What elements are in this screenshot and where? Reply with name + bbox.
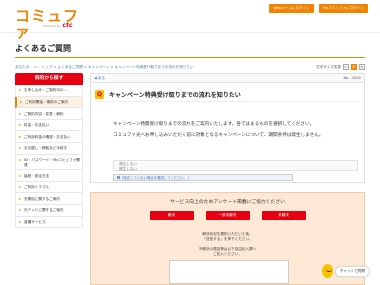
faq-number: No : 2002 xyxy=(343,76,361,80)
main-content: ◀ 戻る No : 2002 Q キャンペーン特典受け取りまでの流れを知りたい … xyxy=(90,73,365,285)
survey-comment-textarea[interactable] xyxy=(169,260,289,284)
answer-link[interactable]: [指定していない場合を確認してください。] xyxy=(113,174,293,181)
sidebar-item[interactable]: ご利用開始・事前のご案内 xyxy=(15,96,83,109)
font-size-label: 文字サイズ変更 xyxy=(315,64,341,69)
sidebar-item[interactable]: 料金・お支払い xyxy=(15,119,83,132)
survey-buttons: 解決 一部未解決 未解決 xyxy=(91,211,364,220)
answer-paragraph: コミュファ光へお申し込みいただく前に対象となるキャンペーンについて、期間条件は発… xyxy=(113,133,324,139)
sidebar-item[interactable]: お引越し・移転など手続き xyxy=(15,142,83,155)
font-size-medium-button[interactable]: 中 xyxy=(351,64,357,70)
sidebar-item[interactable]: ご利用料金の確認・お支払い xyxy=(15,131,83,143)
webmail-login-button[interactable]: Webメールにログイン xyxy=(269,4,314,13)
sidebar-item[interactable]: 光テレビに関するご案内 xyxy=(15,204,83,217)
question-box: Q キャンペーン特典受け取りまでの流れを知りたい キャンペーン特典受け取りまでの… xyxy=(90,83,365,183)
font-size-small-button[interactable]: 小 xyxy=(343,64,349,70)
survey-note: 解決状況を選択いただいた後、 「送信する」を押下ください。 不解決の理由等は以下… xyxy=(91,232,364,257)
answer-conditions-box: 発生しない 発生しない xyxy=(113,160,358,171)
back-bar: ◀ 戻る No : 2002 xyxy=(90,73,365,83)
logo-powered-text: Powered by xyxy=(43,24,61,28)
question-header: Q キャンペーン特典受け取りまでの流れを知りたい xyxy=(95,87,360,102)
page: コミュファ Powered by ctc Webメールにログイン Myコミュファに… xyxy=(0,0,380,285)
answer-paragraph: キャンペーン特典受け取りまでの流れをご案内いたします。各ではまるものを選択してく… xyxy=(113,122,315,127)
sidebar-heading: 目的から探す xyxy=(15,73,83,85)
chat-mascot-icon xyxy=(322,264,333,278)
font-size-switcher: 文字サイズ変更 小 中 大 xyxy=(316,64,365,70)
sidebar-item[interactable]: ID・パスワード・Myコミュファ関連 xyxy=(15,154,83,171)
site-header: コミュファ Powered by ctc Webメールにログイン Myコミュファに… xyxy=(0,0,380,40)
title-divider xyxy=(15,57,365,58)
sidebar-list: お申し込み・ご契約中の... ご利用開始・事前のご案内 ご契約内容・変更・解約 料金・… xyxy=(15,85,83,229)
page-title: よくあるご質問 xyxy=(15,44,71,53)
chat-widget[interactable]: チャットで質問 xyxy=(322,262,370,280)
survey-resolved-button[interactable]: 解決 xyxy=(149,211,194,220)
answer-text: キャンペーン特典受け取りまでの流れをご案内いたします。各ではまるものを選択してく… xyxy=(113,122,358,145)
sidebar-item[interactable]: ご契約内容・変更・解約 xyxy=(15,108,83,120)
question-badge: Q xyxy=(95,89,104,99)
link-icon xyxy=(117,176,120,179)
chat-label: チャットで質問 xyxy=(334,265,370,277)
question-title: キャンペーン特典受け取りまでの流れを知りたい xyxy=(109,91,241,99)
logo-ctc: Powered by ctc xyxy=(43,22,72,29)
condition-line: 発生しない xyxy=(119,166,137,171)
font-size-large-button[interactable]: 大 xyxy=(359,64,365,70)
survey-title: サービス向上のためアンケート掲載にご協力ください xyxy=(170,200,285,205)
back-link[interactable]: ◀ 戻る xyxy=(94,76,105,81)
my-commufa-login-button[interactable]: Myコミュファにログイン xyxy=(318,4,368,13)
breadcrumb[interactable]: あなたの... > ...トップ > よくあるご質問 > キャンペーン > キャ… xyxy=(15,65,194,70)
logo-ctc-text: ctc xyxy=(62,22,73,29)
sidebar: 目的から探す お申し込み・ご契約中の... ご利用開始・事前のご案内 ご契約内容・変… xyxy=(15,73,83,229)
sidebar-item[interactable]: お申し込み・ご契約中の... xyxy=(15,85,83,97)
commufa-logo[interactable]: コミュファ Powered by ctc xyxy=(15,8,83,40)
sidebar-item[interactable]: 接続・設定方法 xyxy=(15,170,83,182)
survey-partial-button[interactable]: 一部未解決 xyxy=(205,211,250,220)
answer-link-text: [指定していない場合を確認してください。] xyxy=(122,176,189,180)
sidebar-item[interactable]: 各種サービス xyxy=(15,216,83,229)
top-buttons: Webメールにログイン Myコミュファにログイン xyxy=(269,4,368,13)
sidebar-item[interactable]: ご利用トラブル xyxy=(15,181,83,194)
survey-note-line: ご記入ください。 xyxy=(213,252,242,256)
survey-unresolved-button[interactable]: 未解決 xyxy=(261,211,306,220)
sidebar-item[interactable]: 光電話に関するご案内 xyxy=(15,193,83,205)
